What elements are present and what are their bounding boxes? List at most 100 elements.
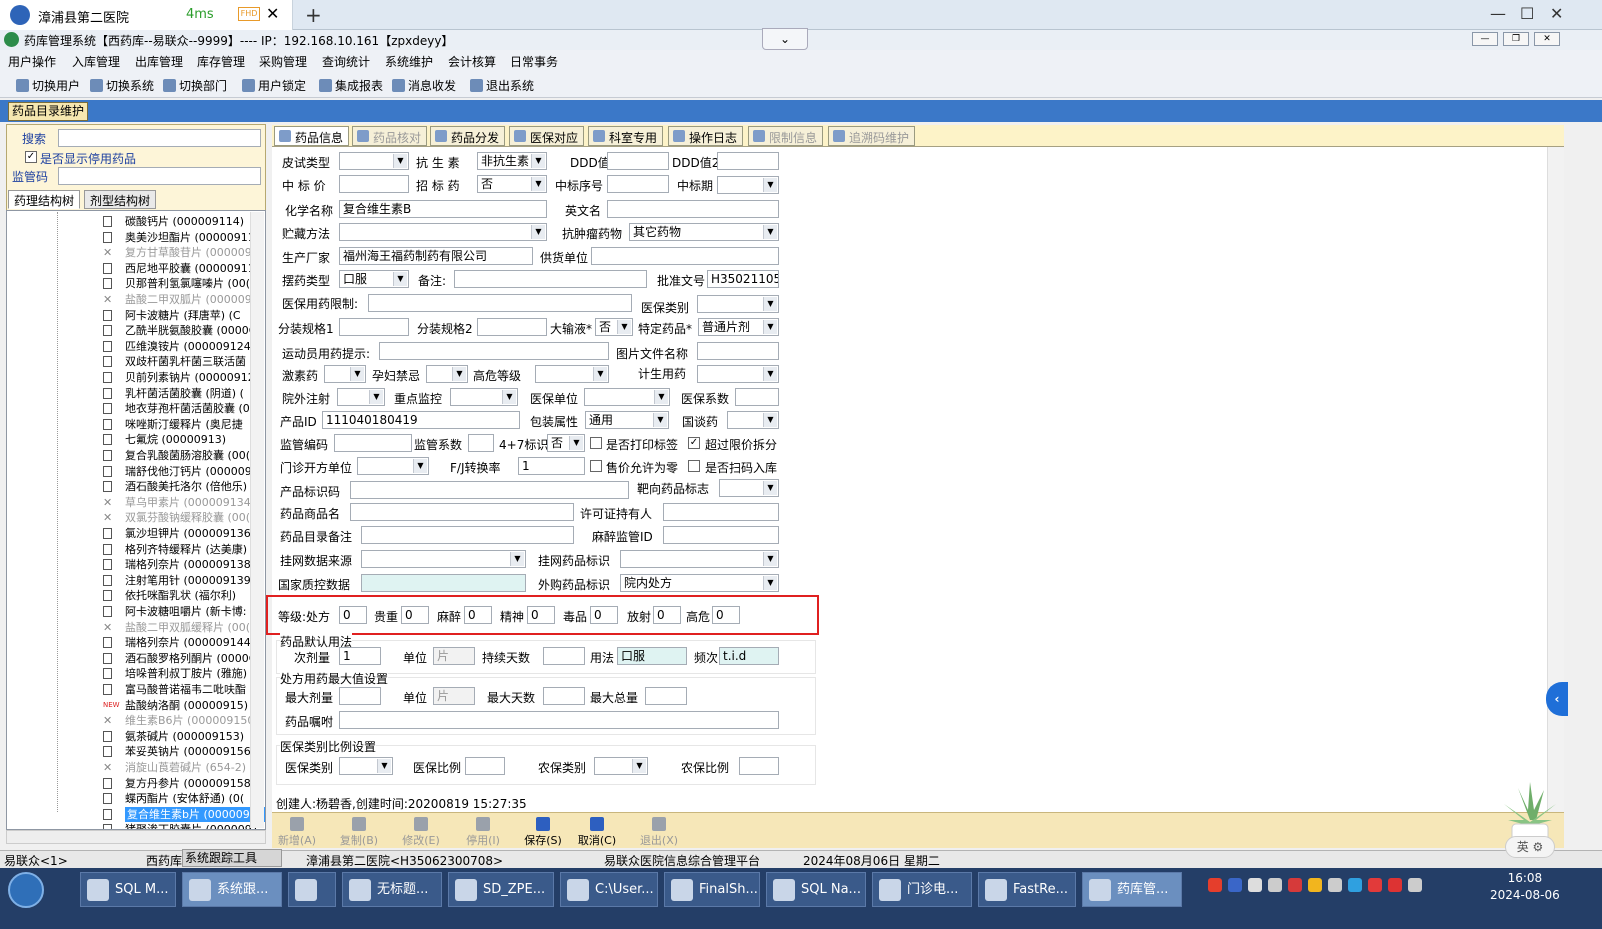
display-icon[interactable] <box>1268 878 1282 892</box>
ins-type-select[interactable]: ▼ <box>339 757 393 775</box>
copy-button[interactable]: 复制(B) <box>334 817 384 848</box>
key-mon-select[interactable]: ▼ <box>450 388 518 406</box>
dose-input[interactable]: 1 <box>339 647 381 665</box>
days-input[interactable] <box>543 647 585 665</box>
print-label-checkbox[interactable] <box>590 437 602 449</box>
level-anesth-input[interactable]: 0 <box>464 606 492 624</box>
cancel-button[interactable]: 取消(C) <box>572 817 622 848</box>
tab-op-log[interactable]: 操作日志 <box>668 126 744 146</box>
sogou-icon[interactable] <box>1208 878 1222 892</box>
antitumor-select[interactable]: 其它药物 ▼ <box>629 223 779 241</box>
exit-button[interactable]: 退出(X) <box>634 817 684 848</box>
close-tab-icon[interactable]: ✕ <box>266 4 279 23</box>
app-tray-icon[interactable] <box>1348 878 1362 892</box>
bid-price-input[interactable] <box>339 175 409 193</box>
window-tab-drug-catalog[interactable]: 药品目录维护 <box>8 102 88 121</box>
product-code-input[interactable] <box>350 481 629 499</box>
level-radio-input[interactable]: 0 <box>653 606 681 624</box>
bid-no-input[interactable] <box>607 175 669 193</box>
scan-in-checkbox[interactable] <box>688 460 700 472</box>
max-dose-input[interactable] <box>339 687 381 705</box>
task-sql-navigator[interactable]: SQL Na... <box>766 872 866 907</box>
switch-dept-button[interactable]: 切换部门 <box>163 77 227 94</box>
task-pharmacy[interactable]: 药库管... <box>1082 872 1182 907</box>
volume-icon[interactable] <box>1408 878 1422 892</box>
tree-horizontal-scrollbar[interactable] <box>6 830 266 844</box>
family-select[interactable]: ▼ <box>697 365 779 383</box>
ddd2-input[interactable] <box>717 152 779 170</box>
tab-drug-dist[interactable]: 药品分发 <box>430 126 506 146</box>
trade-name-input[interactable] <box>350 503 574 521</box>
clock[interactable]: 16:08 2024-08-06 <box>1490 870 1560 904</box>
natl-select[interactable]: ▼ <box>727 411 779 429</box>
browser-tab[interactable]: 漳浦县第二医院 4ms FHD ✕ <box>0 0 293 30</box>
help-icon[interactable] <box>1228 878 1242 892</box>
sup-code-input[interactable] <box>334 434 412 452</box>
pack1-input[interactable] <box>339 318 409 336</box>
insurance-limit-input[interactable] <box>368 294 632 312</box>
show-disabled-checkbox[interactable]: ✓ <box>25 151 37 163</box>
switch-system-button[interactable]: 切换系统 <box>90 77 154 94</box>
add-button[interactable]: 新增(A) <box>272 817 322 848</box>
fhd-badge[interactable]: FHD <box>238 7 260 21</box>
level-rx-input[interactable]: 0 <box>339 606 367 624</box>
edit-button[interactable]: 修改(E) <box>396 817 446 848</box>
flag47-select[interactable]: 否 ▼ <box>547 434 585 452</box>
task-finalshell[interactable]: FinalSh... <box>664 872 760 907</box>
en-name-input[interactable] <box>607 200 779 218</box>
app-close-button[interactable]: ✕ <box>1534 32 1560 46</box>
tree-vertical-scrollbar[interactable] <box>250 212 264 828</box>
disable-button[interactable]: 停用(I) <box>458 817 508 848</box>
freq-input[interactable]: t.i.d <box>719 647 779 665</box>
ins-coef-input[interactable] <box>735 388 779 406</box>
supplier-input[interactable] <box>591 247 779 265</box>
ins-unit-select[interactable]: ▼ <box>584 388 670 406</box>
messages-button[interactable]: 消息收发 <box>392 77 456 94</box>
advice-input[interactable] <box>339 711 779 729</box>
bid-period-select[interactable]: ▼ <box>717 176 779 194</box>
ins-ratio-input[interactable] <box>465 757 505 775</box>
save-button[interactable]: 保存(S) <box>518 817 568 848</box>
close-window-icon[interactable]: ✕ <box>1550 4 1563 23</box>
exit-system-button[interactable]: 退出系统 <box>470 77 534 94</box>
supervise-code-input[interactable] <box>58 167 261 185</box>
level-highrisk-input[interactable]: 0 <box>712 606 740 624</box>
tab-drug-info[interactable]: 药品信息 <box>274 126 350 146</box>
special-select[interactable]: 普通片剂 ▼ <box>698 318 779 336</box>
tray-icon[interactable] <box>1248 878 1262 892</box>
pack-attr-select[interactable]: 通用 ▼ <box>585 411 669 429</box>
arrows-icon[interactable] <box>1368 878 1382 892</box>
insurance-cat-select[interactable]: ▼ <box>697 295 779 313</box>
dose-type-select[interactable]: 口服 ▼ <box>339 270 409 288</box>
storage-select[interactable]: ▼ <box>339 223 547 241</box>
menu-inbound[interactable]: 入库管理 <box>72 53 120 70</box>
level-precious-input[interactable]: 0 <box>401 606 429 624</box>
net-flag-select[interactable]: ▼ <box>620 550 779 568</box>
menu-outbound[interactable]: 出库管理 <box>135 53 183 70</box>
task-explorer[interactable]: C:\User... <box>560 872 658 907</box>
usage-input[interactable]: 口服 <box>617 647 687 665</box>
alert-select[interactable]: ▼ <box>535 365 609 383</box>
outer-inj-select[interactable]: ▼ <box>337 388 385 406</box>
product-id-input[interactable]: 111040180419 <box>322 411 520 429</box>
minimize-icon[interactable]: — <box>1490 4 1506 23</box>
task-sd-zpe[interactable]: SD_ZPE... <box>448 872 554 907</box>
max-total-input[interactable] <box>645 687 687 705</box>
rural-type-select[interactable]: ▼ <box>594 757 648 775</box>
tab-dept-only[interactable]: 科室专用 <box>588 126 664 146</box>
task-system-trace[interactable]: 系统跟... <box>182 872 282 907</box>
maximize-icon[interactable]: ☐ <box>1520 4 1534 23</box>
menu-query[interactable]: 查询统计 <box>322 53 370 70</box>
chevron-down-icon[interactable]: ⌄ <box>762 28 808 50</box>
search-input[interactable] <box>58 129 261 147</box>
task-sql-manager[interactable]: SQL M... <box>80 872 176 907</box>
tray-icon[interactable] <box>1328 878 1342 892</box>
user-lock-button[interactable]: 用户锁定 <box>242 77 306 94</box>
outsourced-select[interactable]: 院内处方 ▼ <box>620 574 779 592</box>
bid-drug-select[interactable]: 否 ▼ <box>477 175 547 193</box>
clinic-unit-select[interactable]: ▼ <box>357 457 429 475</box>
reports-button[interactable]: 集成报表 <box>319 77 383 94</box>
sup-coef-input[interactable] <box>468 434 494 452</box>
antibiotic-select[interactable]: 非抗生素 ▼ <box>477 152 547 170</box>
sport-input[interactable] <box>379 342 609 360</box>
